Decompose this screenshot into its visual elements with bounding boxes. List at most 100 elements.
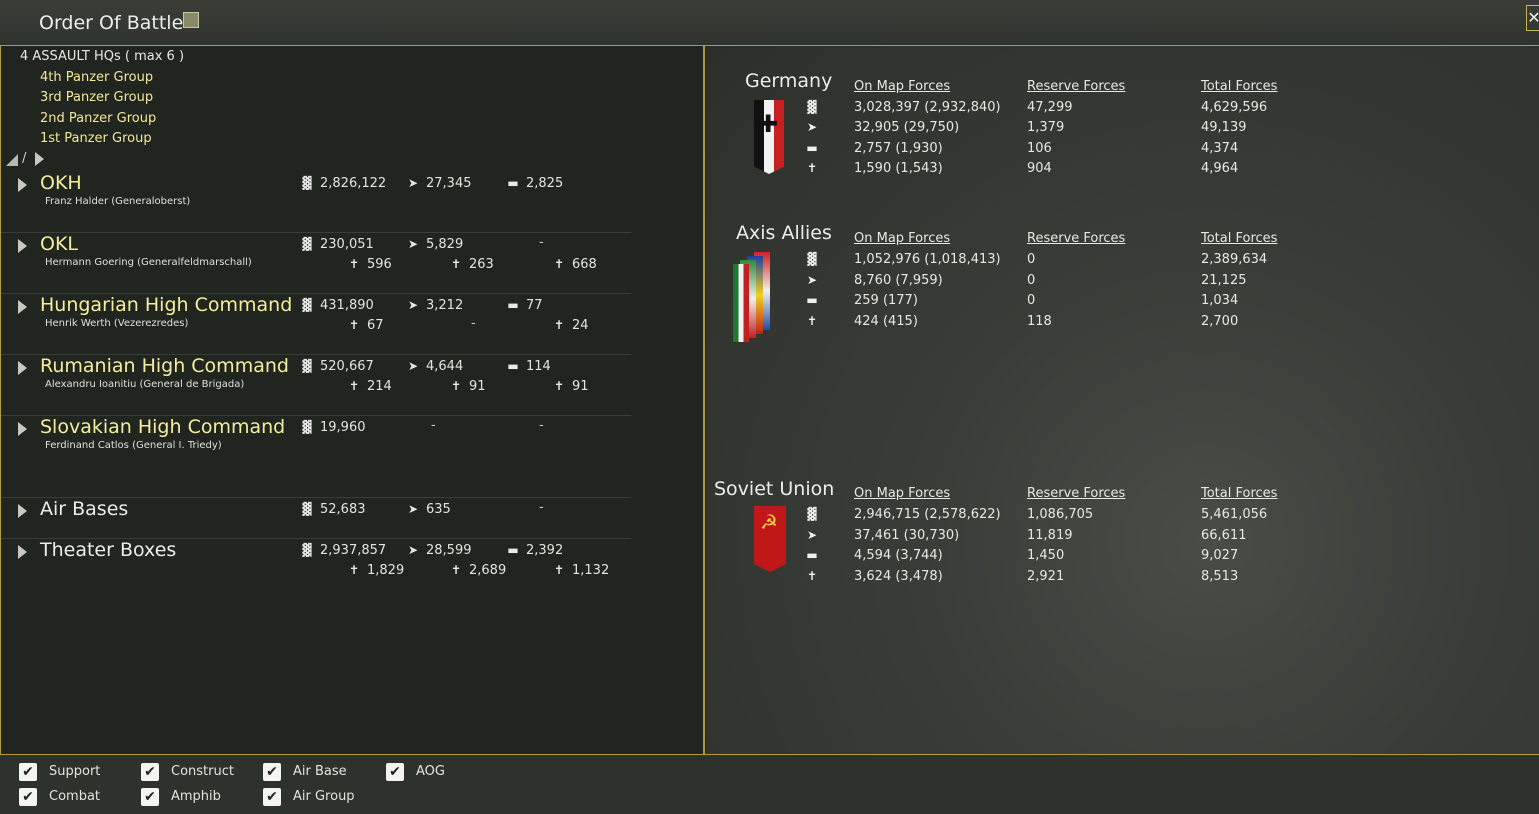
checkbox-checked-icon[interactable]: ✔ <box>263 763 281 781</box>
filter-support[interactable]: ✔ Support <box>19 763 100 781</box>
command-row-rumanian[interactable]: Rumanian High Command Alexandru Ioanitiu… <box>1 355 631 416</box>
window-title: Order Of Battle <box>39 12 184 34</box>
col-on-map: On Map Forces <box>854 486 951 501</box>
men-count: 52,683 <box>320 502 366 517</box>
total-afv: 1,034 <box>1201 293 1239 308</box>
filter-construct[interactable]: ✔ Construct <box>141 763 234 781</box>
afv-count: - <box>539 500 544 515</box>
col-total: Total Forces <box>1201 486 1278 501</box>
filter-air-base[interactable]: ✔ Air Base <box>263 763 347 781</box>
nation-soviet-union: Soviet Union ☭ On Map Forces Reserve For… <box>706 46 1539 584</box>
command-name[interactable]: Hungarian High Command <box>40 294 292 316</box>
nav-forward-icon[interactable] <box>35 152 44 166</box>
men-count: 520,667 <box>320 359 374 374</box>
command-leader: Franz Halder (Generaloberst) <box>45 196 191 207</box>
onmap-guns: 8,760 (7,959) <box>854 273 943 288</box>
col-reserve: Reserve Forces <box>1027 231 1126 246</box>
filter-bar: ✔ Support ✔ Construct ✔ Air Base ✔ AOG ✔ Comb… <box>0 754 1539 814</box>
gun-icon: ➤ <box>806 528 818 542</box>
command-name[interactable]: OKL <box>40 233 78 255</box>
filter-aog[interactable]: ✔ AOG <box>386 763 445 781</box>
men-icon: ▓ <box>807 507 817 521</box>
soviet-flag-icon: ☭ <box>754 506 786 572</box>
close-button[interactable]: ✕ <box>1526 5 1539 31</box>
command-name[interactable]: Rumanian High Command <box>40 355 289 377</box>
onmap-men: 1,052,976 (1,018,413) <box>854 252 1001 267</box>
hq-item-2nd-panzer[interactable]: 2nd Panzer Group <box>40 111 156 126</box>
command-name[interactable]: Air Bases <box>40 498 128 520</box>
checkbox-checked-icon[interactable]: ✔ <box>263 788 281 806</box>
checkbox-checked-icon[interactable]: ✔ <box>386 763 404 781</box>
checkbox-checked-icon[interactable]: ✔ <box>19 788 37 806</box>
plane-icon: ✝ <box>553 257 565 271</box>
total-guns: 21,125 <box>1201 273 1247 288</box>
expand-arrow-icon[interactable] <box>18 239 27 253</box>
expand-arrow-icon[interactable] <box>18 504 27 518</box>
checkbox-checked-icon[interactable]: ✔ <box>141 763 159 781</box>
total-aircraft: 8,513 <box>1201 569 1239 584</box>
expand-arrow-icon[interactable] <box>18 178 27 192</box>
hammer-sickle-icon: ☭ <box>760 510 778 534</box>
plane-icon: ✝ <box>806 314 818 328</box>
expand-arrow-icon[interactable] <box>18 361 27 375</box>
men-count: 230,051 <box>320 237 374 252</box>
transport-count: 1,132 <box>572 563 610 578</box>
onmap-men: 2,946,715 (2,578,622) <box>854 507 1001 522</box>
command-row-okh[interactable]: OKH Franz Halder (Generaloberst) ▓ 2,826,… <box>1 172 631 233</box>
command-name[interactable]: OKH <box>40 172 82 194</box>
checkbox-checked-icon[interactable]: ✔ <box>19 763 37 781</box>
total-aircraft: 2,700 <box>1201 314 1239 329</box>
onmap-aircraft: 424 (415) <box>854 314 918 329</box>
command-row-okl[interactable]: OKL Hermann Goering (Generalfeldmarschal… <box>1 233 631 294</box>
filter-label: Construct <box>171 764 234 779</box>
hq-item-3rd-panzer[interactable]: 3rd Panzer Group <box>40 90 153 105</box>
tank-icon: ▬ <box>507 543 519 557</box>
hq-item-1st-panzer[interactable]: 1st Panzer Group <box>40 131 152 146</box>
gun-count: 5,829 <box>426 237 464 252</box>
bomber-count: 2,689 <box>469 563 507 578</box>
command-row-slovakian[interactable]: Slovakian High Command Ferdinand Catlos … <box>1 416 631 498</box>
filter-label: Air Group <box>293 789 355 804</box>
plane-icon: ✝ <box>348 563 360 577</box>
tank-icon: ▬ <box>507 359 519 373</box>
reserve-aircraft: 118 <box>1027 314 1052 329</box>
reserve-men: 0 <box>1027 252 1036 267</box>
onmap-afv: 259 (177) <box>854 293 918 308</box>
title-bar: Order Of Battle ✕ <box>0 0 1539 46</box>
reserve-guns: 11,819 <box>1027 528 1073 543</box>
command-row-hungarian[interactable]: Hungarian High Command Henrik Werth (Vez… <box>1 294 631 355</box>
men-icon: ▓ <box>302 176 312 190</box>
nav-up-icon[interactable] <box>6 154 18 166</box>
chart-icon[interactable] <box>183 12 199 28</box>
filter-amphib[interactable]: ✔ Amphib <box>141 788 221 806</box>
command-row-air-bases[interactable]: Air Bases ▓ 52,683 ➤ 635 - <box>1 498 631 539</box>
command-name[interactable]: Slovakian High Command <box>40 416 285 438</box>
filter-air-group[interactable]: ✔ Air Group <box>263 788 355 806</box>
expand-arrow-icon[interactable] <box>18 300 27 314</box>
filter-combat[interactable]: ✔ Combat <box>19 788 100 806</box>
breadcrumb-nav: / <box>6 151 66 168</box>
command-name[interactable]: Theater Boxes <box>40 539 176 561</box>
gun-count: 4,644 <box>426 359 464 374</box>
checkbox-checked-icon[interactable]: ✔ <box>141 788 159 806</box>
command-row-theater-boxes[interactable]: Theater Boxes ▓ 2,937,857 ➤ 28,599 ▬ 2,392 … <box>1 539 631 600</box>
transport-count: 668 <box>572 257 597 272</box>
nation-name: Soviet Union <box>714 478 835 500</box>
col-reserve: Reserve Forces <box>1027 486 1126 501</box>
men-count: 2,937,857 <box>320 543 387 558</box>
expand-arrow-icon[interactable] <box>18 545 27 559</box>
hq-item-4th-panzer[interactable]: 4th Panzer Group <box>40 70 153 85</box>
reserve-afv: 0 <box>1027 293 1036 308</box>
expand-arrow-icon[interactable] <box>18 422 27 436</box>
gun-icon: ➤ <box>407 543 419 557</box>
men-icon: ▓ <box>302 359 312 373</box>
plane-icon: ✝ <box>450 563 462 577</box>
command-leader: Alexandru Ioanitiu (General de Brigada) <box>45 379 245 390</box>
plane-icon: ✝ <box>348 257 360 271</box>
gun-count: 635 <box>426 502 451 517</box>
gun-icon: ➤ <box>407 502 419 516</box>
fighter-count: 67 <box>367 318 384 333</box>
col-total: Total Forces <box>1201 231 1278 246</box>
bomber-count: - <box>471 316 476 331</box>
men-count: 2,826,122 <box>320 176 387 191</box>
